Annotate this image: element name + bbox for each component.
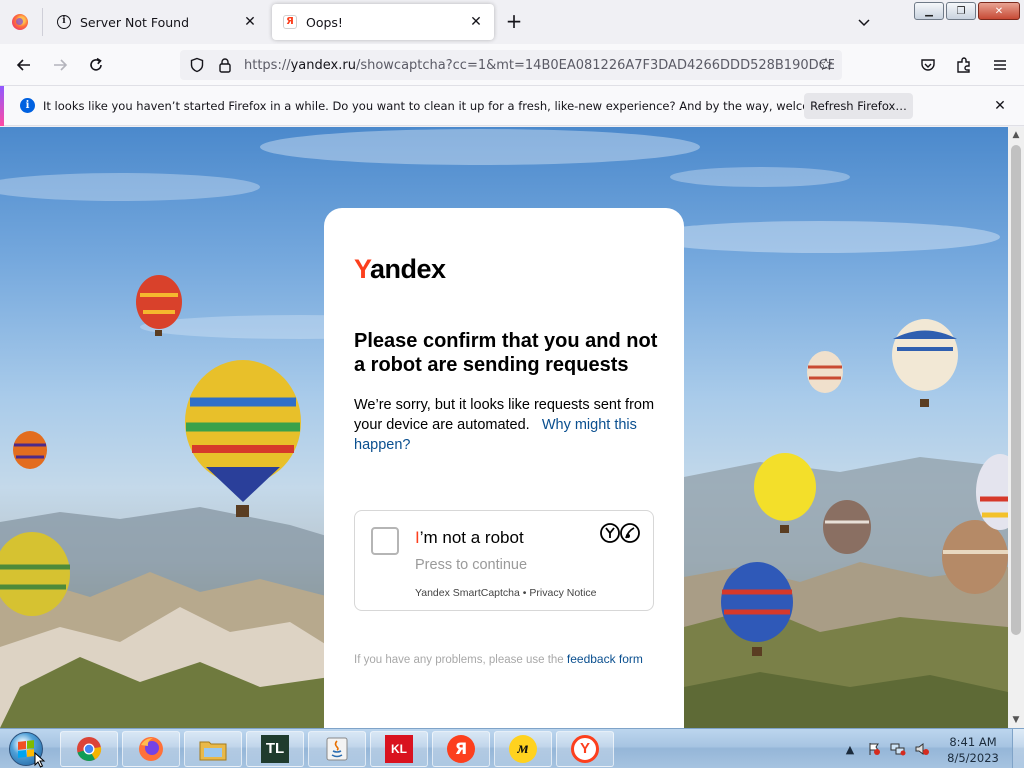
smartcaptcha-logo-icon [600, 523, 640, 543]
taskbar-file-explorer[interactable] [184, 731, 242, 767]
clock-time: 8:41 AM [949, 735, 997, 749]
lock-icon[interactable] [216, 56, 234, 74]
page-content: Yandex Please confirm that you and not a… [0, 127, 1008, 728]
info-icon: i [20, 98, 35, 113]
notification-accent [0, 86, 4, 126]
action-center-flag-icon[interactable] [866, 741, 882, 757]
url-path: /showcaptcha?cc=1&mt=14B0EA081226A7F3DAD… [355, 57, 834, 73]
url-scheme: https:// [244, 57, 291, 73]
clock-date: 8/5/2023 [947, 751, 999, 765]
feedback-text: If you have any problems, please use the… [354, 650, 654, 670]
taskbar-firefox[interactable] [122, 731, 180, 767]
page-scrollbar[interactable]: ▲ ▼ [1008, 127, 1024, 728]
windows-taskbar: TL KL Я м Y ▲ 8:41 AM 8/5/2023 [0, 728, 1024, 768]
back-arrow-icon[interactable] [12, 53, 36, 77]
address-bar[interactable]: https://yandex.ru/showcaptcha?cc=1&mt=14… [180, 50, 842, 80]
bookmark-star-icon[interactable]: ☆ [816, 55, 836, 75]
yandex-favicon-icon: Я [282, 14, 298, 30]
tab-server-not-found[interactable]: i Server Not Found ✕ [46, 4, 268, 40]
captcha-title-rest: ’m not a robot [419, 528, 524, 547]
show-desktop-button[interactable] [1012, 729, 1024, 768]
feedback-form-link[interactable]: feedback form [567, 652, 643, 666]
footer-separator: • [522, 587, 527, 599]
refresh-firefox-button[interactable]: Refresh Firefox… [804, 93, 913, 119]
extensions-puzzle-icon[interactable] [954, 55, 974, 75]
system-clock[interactable]: 8:41 AM 8/5/2023 [936, 734, 1010, 766]
navigation-toolbar: https://yandex.ru/showcaptcha?cc=1&mt=14… [0, 44, 1024, 86]
tab-title: Oops! [306, 14, 343, 30]
app-menu-hamburger-icon[interactable] [990, 55, 1010, 75]
close-tab-icon[interactable]: ✕ [242, 14, 258, 30]
firefox-icon [12, 14, 28, 30]
taskbar-tl-app[interactable]: TL [246, 731, 304, 767]
window-controls: ▁ ❐ ✕ [914, 2, 1020, 20]
privacy-notice-link[interactable]: Privacy Notice [529, 587, 596, 599]
tab-separator [42, 8, 43, 36]
yandex-browser-icon: Y [571, 735, 599, 763]
window-close-icon[interactable]: ✕ [978, 2, 1020, 20]
captcha-subtitle: Press to continue [415, 557, 528, 573]
volume-muted-icon[interactable] [914, 741, 930, 757]
info-icon: i [56, 14, 72, 30]
scroll-up-arrow-icon[interactable]: ▲ [1008, 127, 1024, 143]
scrollbar-thumb[interactable] [1011, 145, 1021, 635]
close-tab-icon[interactable]: ✕ [468, 14, 484, 30]
mouse-cursor-icon [34, 752, 46, 768]
captcha-card: Yandex Please confirm that you and not a… [324, 208, 684, 728]
tab-oops[interactable]: Я Oops! ✕ [272, 4, 494, 40]
chrome-icon [77, 737, 102, 762]
folder-icon [199, 741, 227, 761]
minimize-icon[interactable]: ▁ [914, 2, 944, 20]
notification-text: It looks like you haven’t started Firefo… [43, 99, 864, 113]
forward-arrow-icon[interactable] [48, 53, 72, 77]
captcha-footer: Yandex SmartCaptcha • Privacy Notice [415, 587, 597, 599]
smartcaptcha-widget[interactable]: I’m not a robot Press to continue Yandex… [354, 510, 654, 611]
network-icon[interactable] [890, 741, 906, 757]
not-a-robot-checkbox[interactable] [371, 527, 399, 555]
kl-app-icon: KL [385, 735, 413, 763]
tab-title: Server Not Found [80, 14, 190, 30]
feedback-prefix: If you have any problems, please use the [354, 654, 564, 666]
taskbar-yandex[interactable]: Я [432, 731, 490, 767]
tab-bar: i Server Not Found ✕ Я Oops! ✕ + ▁ ❐ ✕ [0, 0, 1024, 44]
logo-text: andex [370, 254, 446, 284]
taskbar-kl-app[interactable]: KL [370, 731, 428, 767]
java-icon [326, 737, 348, 761]
tracking-protection-shield-icon[interactable] [188, 56, 206, 74]
notification-bar: i It looks like you haven’t started Fire… [0, 86, 1024, 126]
new-tab-plus-icon[interactable]: + [504, 11, 524, 32]
yandex-logo: Yandex [354, 254, 446, 285]
smartcaptcha-brand[interactable]: Yandex SmartCaptcha [415, 587, 520, 599]
yandex-icon: Я [447, 735, 475, 763]
url-text[interactable]: https://yandex.ru/showcaptcha?cc=1&mt=14… [244, 58, 834, 73]
firefox-view-button[interactable] [8, 10, 32, 34]
list-all-tabs-chevron-icon[interactable] [856, 14, 872, 30]
url-host: yandex.ru [290, 57, 356, 73]
firefox-icon [139, 737, 163, 761]
scroll-down-arrow-icon[interactable]: ▼ [1008, 712, 1024, 728]
reload-icon[interactable] [84, 53, 108, 77]
tl-app-icon: TL [261, 735, 289, 763]
explanation-text: We’re sorry, but it looks like requests … [354, 395, 659, 455]
page-title: Please confirm that you and not a robot … [354, 330, 658, 376]
taskbar-yandex-market[interactable]: м [494, 731, 552, 767]
notification-close-icon[interactable]: ✕ [992, 98, 1008, 114]
show-hidden-icons-arrow-icon[interactable]: ▲ [842, 741, 858, 757]
captcha-title: I’m not a robot [415, 528, 524, 548]
logo-letter-y: Y [354, 254, 371, 284]
system-tray: ▲ [842, 729, 930, 768]
restore-icon[interactable]: ❐ [946, 2, 976, 20]
taskbar-yandex-browser[interactable]: Y [556, 731, 614, 767]
taskbar-java[interactable] [308, 731, 366, 767]
yandex-market-icon: м [509, 735, 537, 763]
taskbar-chrome[interactable] [60, 731, 118, 767]
pocket-icon[interactable] [918, 55, 938, 75]
